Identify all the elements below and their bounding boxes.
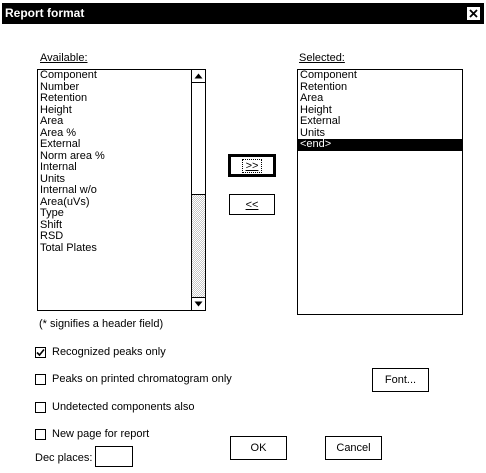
recognized-peaks-label: Recognized peaks only [52, 346, 166, 358]
new-page-checkbox[interactable]: New page for report [35, 428, 149, 440]
scroll-down-button[interactable] [192, 297, 205, 310]
ok-button[interactable]: OK [230, 436, 287, 460]
header-field-note: (* signifies a header field) [39, 318, 164, 330]
cancel-button[interactable]: Cancel [325, 436, 382, 460]
list-item[interactable]: Retention [38, 92, 205, 105]
report-format-dialog: Report format Available: Component Number… [0, 0, 486, 473]
new-page-label: New page for report [52, 428, 150, 440]
scroll-up-button[interactable] [192, 70, 205, 83]
checkbox-box [35, 428, 46, 440]
close-button[interactable] [466, 6, 481, 21]
list-item[interactable]: External [38, 138, 205, 151]
close-icon [469, 9, 478, 18]
recognized-peaks-checkbox[interactable]: Recognized peaks only [35, 346, 166, 358]
list-item[interactable]: Area [298, 92, 462, 105]
peaks-printed-checkbox[interactable]: Peaks on printed chromatogram only [35, 373, 232, 385]
font-button[interactable]: Font... [372, 368, 429, 392]
title-bar: Report format [2, 3, 484, 24]
list-item[interactable]: Shift [38, 219, 205, 232]
list-item[interactable]: External [298, 115, 462, 128]
peaks-printed-label: Peaks on printed chromatogram only [52, 373, 232, 385]
selected-listbox[interactable]: Component Retention Area Height External Unit… [297, 69, 463, 315]
arrow-up-icon [194, 73, 203, 79]
undetected-checkbox[interactable]: Undetected components also [35, 401, 194, 413]
list-item[interactable]: <end> [298, 138, 462, 151]
add-button[interactable]: >> [228, 154, 276, 177]
available-scrollbar[interactable] [191, 70, 205, 310]
dec-places-input[interactable] [95, 446, 133, 467]
checkbox-box [35, 401, 46, 413]
dec-places-label: Dec places: [35, 452, 93, 464]
list-item[interactable]: Internal w/o [38, 184, 205, 197]
list-item[interactable]: Component [298, 70, 462, 82]
arrow-down-icon [194, 301, 203, 307]
list-item[interactable]: Area [38, 115, 205, 128]
selected-label: Selected: [299, 52, 345, 64]
available-items: Component Number Retention Height Area Area %… [38, 70, 205, 254]
checkbox-box [35, 373, 46, 385]
list-item[interactable]: Internal [38, 161, 205, 174]
available-label: Available: [40, 52, 88, 64]
undetected-label: Undetected components also [52, 401, 195, 413]
available-listbox[interactable]: Component Number Retention Height Area Area %… [37, 69, 206, 311]
list-item[interactable]: Type [38, 207, 205, 220]
window-title: Report format [5, 6, 85, 20]
scroll-thumb[interactable] [192, 83, 205, 195]
checkbox-box [35, 346, 46, 358]
check-icon [36, 348, 45, 356]
remove-button[interactable]: << [229, 194, 275, 215]
list-item[interactable]: RSD [38, 230, 205, 243]
selected-items: Component Retention Area Height External Unit… [298, 70, 462, 151]
list-item[interactable]: Height [38, 104, 205, 117]
list-item[interactable]: Component [38, 70, 205, 82]
list-item[interactable]: Total Plates [38, 242, 205, 255]
